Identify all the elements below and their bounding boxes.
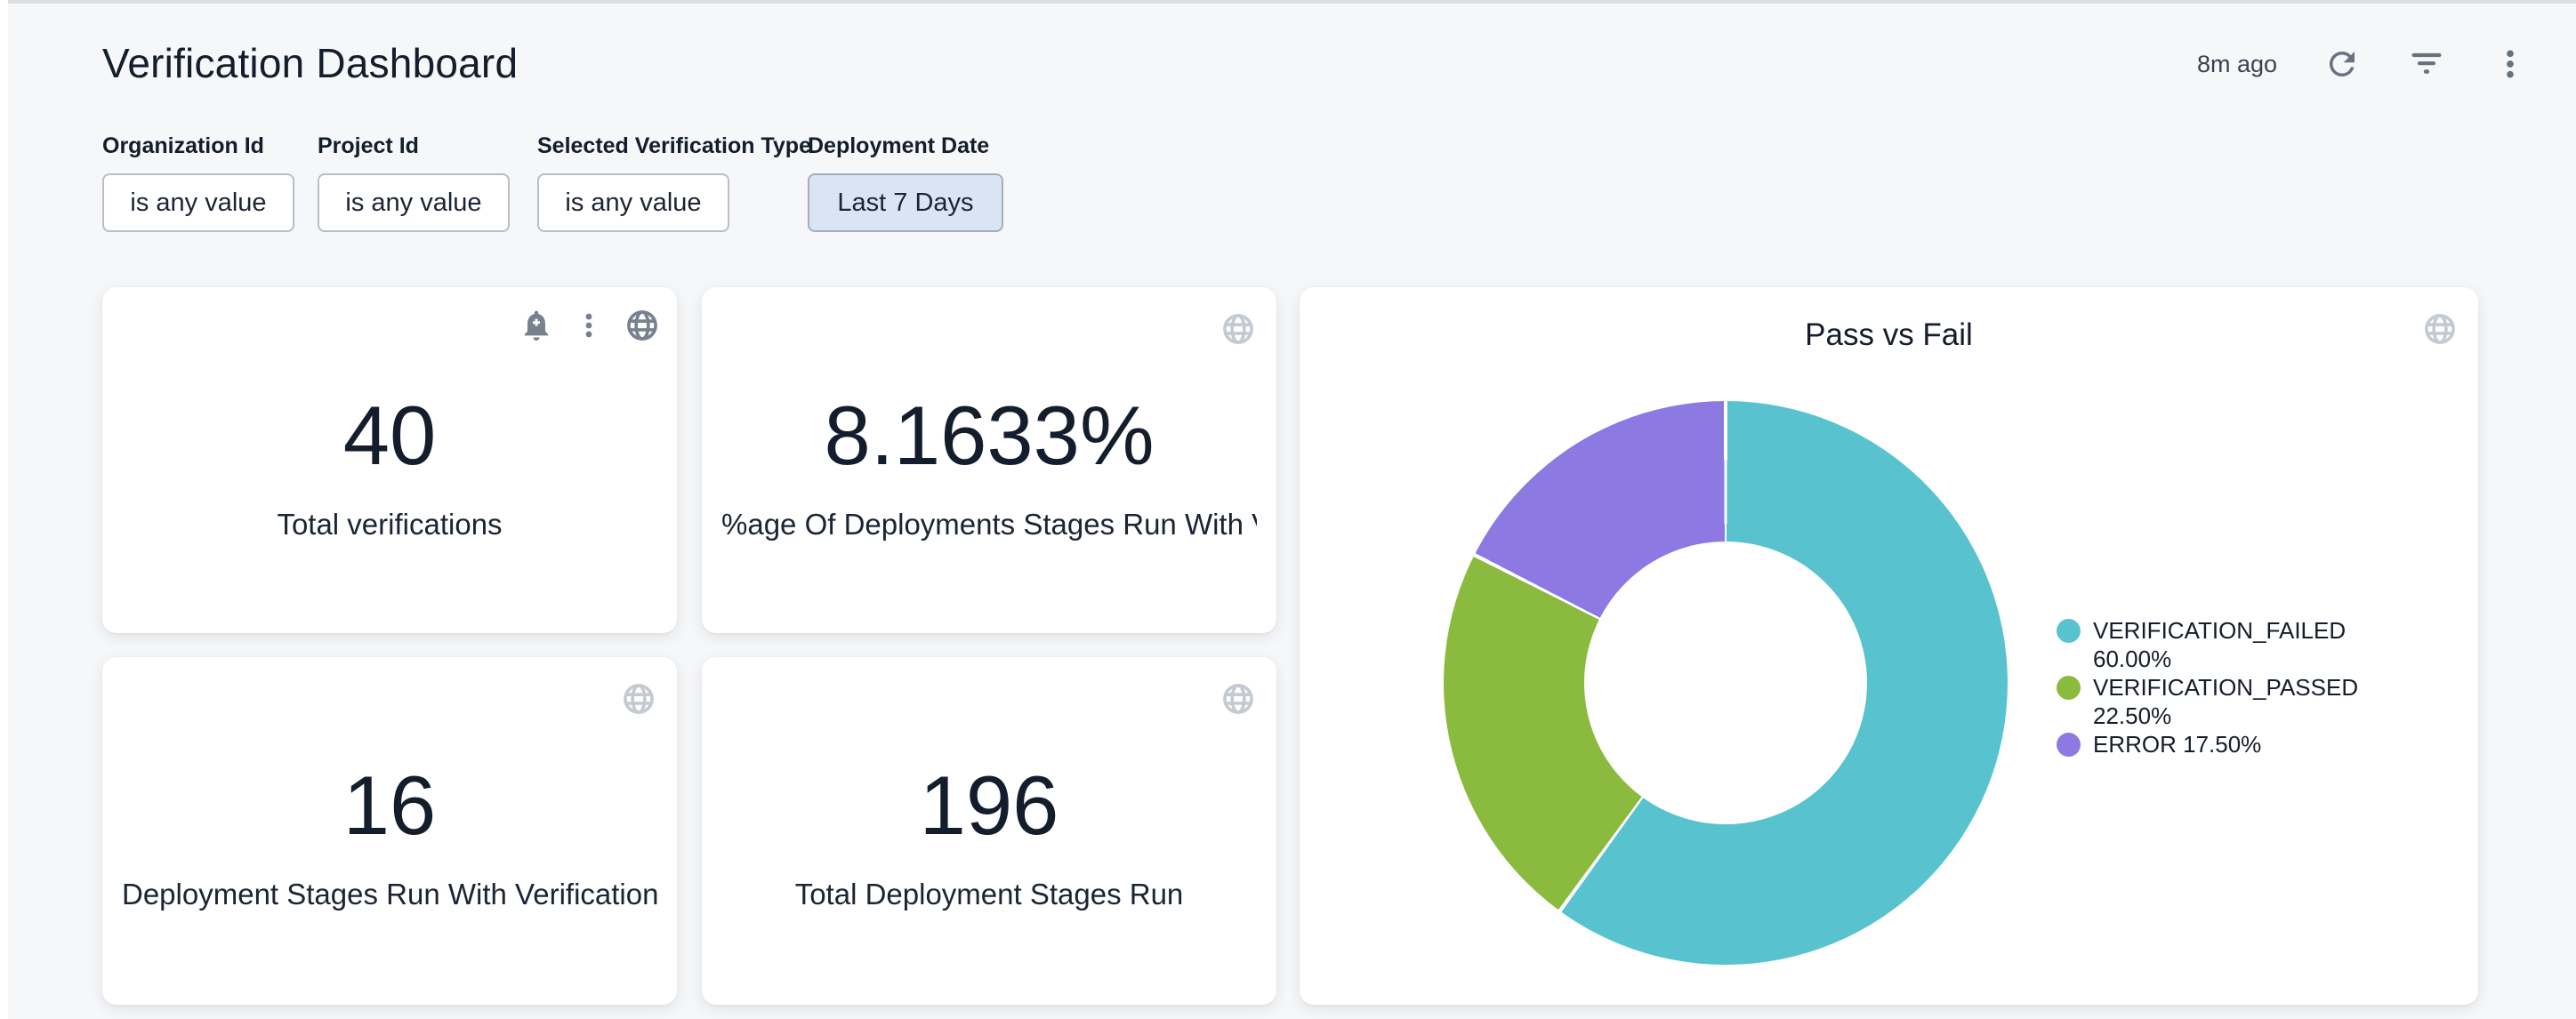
- tile-label: %age Of Deployments Stages Run With V…: [721, 508, 1257, 542]
- legend-label: VERIFICATION_PASSED 22.50%: [2093, 673, 2371, 730]
- tile-value: 196: [702, 764, 1276, 847]
- tile-hover-actions: [519, 307, 661, 344]
- tile-label: Deployment Stages Run With Verification: [122, 878, 657, 911]
- tile-pass-vs-fail-chart: Pass vs Fail VERIFICATION_FAILED 60.00% …: [1300, 287, 2478, 1005]
- tile-menu-button[interactable]: [574, 310, 604, 341]
- globe-icon: [624, 307, 661, 344]
- kebab-menu-icon: [2492, 46, 2528, 82]
- filter-project-id: Project Id is any value: [318, 133, 510, 232]
- donut-hole: [1584, 542, 1867, 824]
- last-refresh-time: 8m ago: [2197, 51, 2277, 78]
- filter-value: is any value: [130, 189, 266, 218]
- filter-value: is any value: [345, 189, 481, 218]
- tile-value: 8.1633%: [702, 394, 1276, 477]
- tile-total-stages-run: 196 Total Deployment Stages Run: [702, 657, 1276, 1005]
- legend-swatch: [2057, 619, 2081, 643]
- dashboard-filters-button[interactable]: [2407, 44, 2446, 84]
- dashboard-menu-button[interactable]: [2492, 46, 2528, 82]
- tile-pct-stages-with-verification: 8.1633% %age Of Deployments Stages Run W…: [702, 287, 1276, 633]
- filter-label: Organization Id: [102, 133, 294, 159]
- tile-value: 40: [102, 394, 677, 477]
- filter-label: Deployment Date: [808, 133, 1003, 159]
- globe-icon[interactable]: [1220, 310, 1257, 352]
- refresh-icon: [2323, 45, 2361, 83]
- legend-entry-verification-failed[interactable]: VERIFICATION_FAILED 60.00%: [2057, 616, 2430, 673]
- refresh-button[interactable]: [2323, 45, 2361, 83]
- chart-title: Pass vs Fail: [1300, 317, 2478, 353]
- dashboard-page: Verification Dashboard 8m ago Organizati…: [0, 0, 2576, 1019]
- tile-value: 16: [102, 764, 677, 847]
- page-title: Verification Dashboard: [102, 39, 518, 87]
- page-left-edge: [0, 0, 8, 1019]
- filter-icon: [2407, 44, 2446, 84]
- filter-field-deployment-date[interactable]: Last 7 Days: [808, 173, 1003, 232]
- legend-label: ERROR 17.50%: [2093, 730, 2261, 758]
- tile-label: Total Deployment Stages Run: [721, 878, 1257, 911]
- filter-field-project-id[interactable]: is any value: [318, 173, 510, 232]
- globe-icon[interactable]: [1220, 680, 1257, 722]
- filter-deployment-date: Deployment Date Last 7 Days: [808, 133, 1003, 232]
- add-alert-bell-icon: [519, 308, 554, 343]
- filter-label: Project Id: [318, 133, 510, 159]
- legend-swatch: [2057, 733, 2081, 757]
- legend-swatch: [2057, 676, 2081, 700]
- page-top-edge: [0, 0, 2576, 4]
- filter-verification-type: Selected Verification Type is any value: [537, 133, 811, 232]
- legend-entry-error[interactable]: ERROR 17.50%: [2057, 730, 2430, 758]
- tile-total-verifications: 40 Total verifications: [102, 287, 677, 633]
- filter-label: Selected Verification Type: [537, 133, 811, 159]
- legend-label: VERIFICATION_FAILED 60.00%: [2093, 616, 2371, 673]
- tile-label: Total verifications: [122, 508, 657, 542]
- explore-from-here-button[interactable]: [624, 307, 661, 344]
- filter-organization-id: Organization Id is any value: [102, 133, 294, 232]
- filter-field-verification-type[interactable]: is any value: [537, 173, 729, 232]
- filter-value: is any value: [565, 189, 701, 218]
- globe-icon[interactable]: [620, 680, 657, 722]
- tile-stages-run-with-verification: 16 Deployment Stages Run With Verificati…: [102, 657, 677, 1005]
- legend-entry-verification-passed[interactable]: VERIFICATION_PASSED 22.50%: [2057, 673, 2430, 730]
- add-alert-button[interactable]: [519, 308, 554, 343]
- kebab-menu-icon: [574, 310, 604, 341]
- filter-value: Last 7 Days: [837, 189, 973, 218]
- header-actions: 8m ago: [2197, 44, 2528, 84]
- chart-legend: VERIFICATION_FAILED 60.00% VERIFICATION_…: [2057, 616, 2430, 758]
- filter-field-organization-id[interactable]: is any value: [102, 173, 294, 232]
